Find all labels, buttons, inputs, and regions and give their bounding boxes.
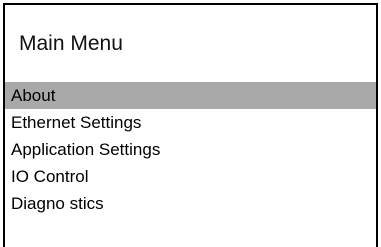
menu-item-about[interactable]: About xyxy=(5,82,376,109)
lcd-screen-frame: Main Menu About Ethernet Settings Applic… xyxy=(3,3,378,247)
menu-item-ethernet-settings[interactable]: Ethernet Settings xyxy=(5,109,376,136)
menu-item-application-settings[interactable]: Application Settings xyxy=(5,136,376,163)
menu-item-diagnostics[interactable]: Diagno stics xyxy=(5,190,376,217)
main-menu-list: About Ethernet Settings Application Sett… xyxy=(5,82,376,217)
menu-item-io-control[interactable]: IO Control xyxy=(5,163,376,190)
menu-title: Main Menu xyxy=(19,32,123,55)
